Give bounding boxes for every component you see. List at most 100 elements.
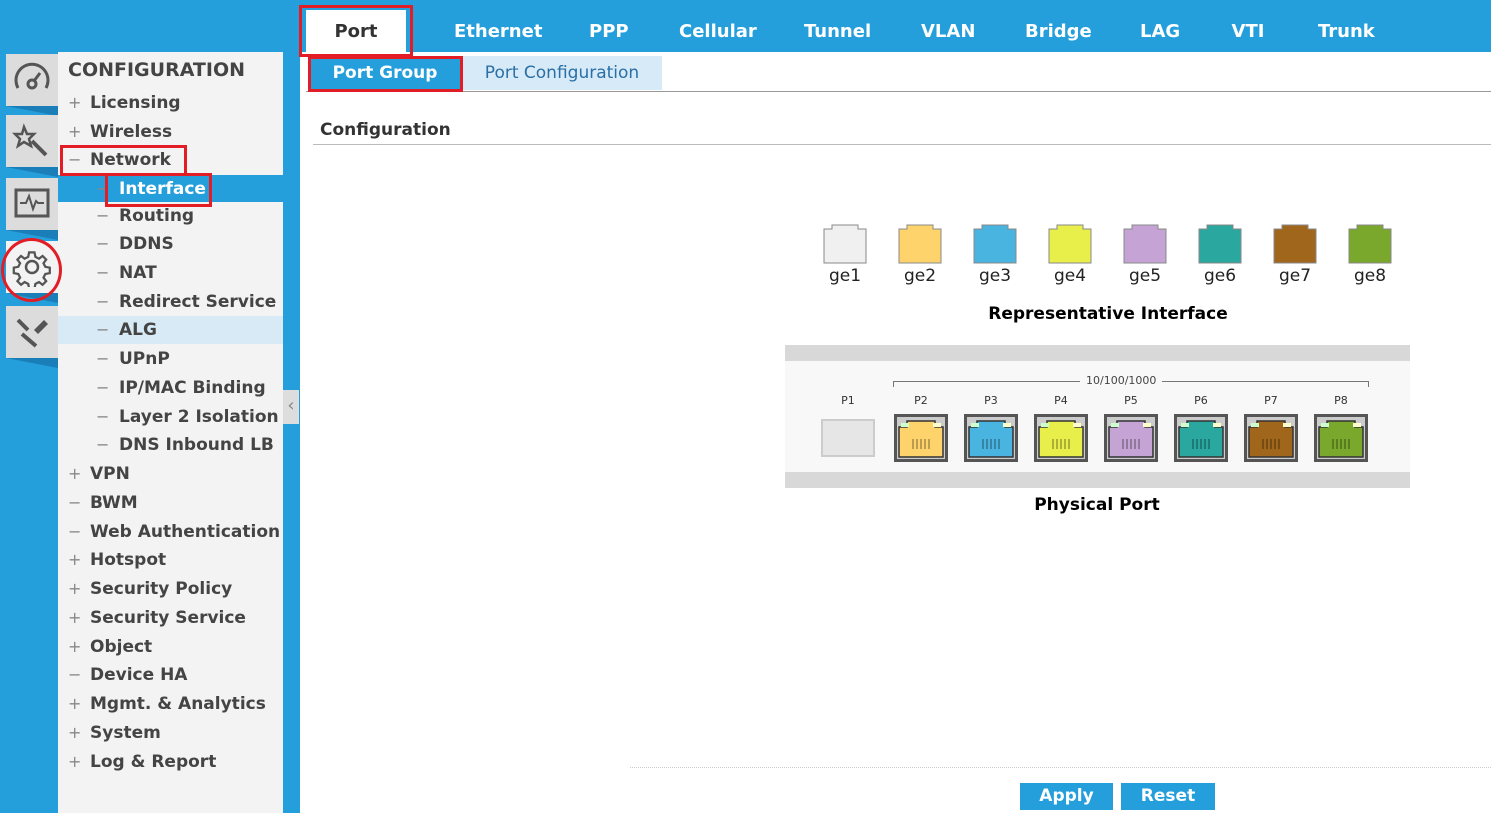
expand-icon: + — [68, 637, 82, 656]
interface-label: ge7 — [1278, 266, 1312, 286]
tab-trunk[interactable]: Trunk — [1318, 10, 1375, 52]
sidebar-item-web-authentication[interactable]: − Web Authentication — [58, 518, 283, 546]
physical-port-caption: Physical Port — [1034, 495, 1160, 515]
physical-port-p4[interactable] — [1034, 414, 1088, 462]
divider — [313, 144, 1491, 145]
collapse-icon: − — [96, 349, 110, 368]
ethernet-port-icon — [968, 420, 1014, 458]
sidebar-item-wireless[interactable]: + Wireless — [58, 118, 283, 146]
tab-cellular[interactable]: Cellular — [679, 10, 757, 52]
reset-button[interactable]: Reset — [1121, 783, 1215, 810]
physical-port-p6[interactable] — [1174, 414, 1228, 462]
port-label: P3 — [984, 394, 998, 407]
tab-lag[interactable]: LAG — [1140, 10, 1180, 52]
monitor-nav-button[interactable] — [6, 178, 58, 240]
sidebar-item-device-ha[interactable]: − Device HA — [58, 661, 283, 689]
physical-port-p7[interactable] — [1244, 414, 1298, 462]
tab-ppp[interactable]: PPP — [589, 10, 629, 52]
subtab-port-configuration[interactable]: Port Configuration — [462, 56, 662, 90]
sidebar-item-dns-inbound-lb[interactable]: − DNS Inbound LB — [58, 431, 283, 459]
expand-icon: + — [68, 752, 82, 771]
tab-bridge[interactable]: Bridge — [1025, 10, 1092, 52]
wizard-nav-button[interactable] — [6, 115, 58, 177]
sidebar-item-label: IP/MAC Binding — [119, 378, 266, 398]
port-label: P6 — [1194, 394, 1208, 407]
sidebar-item-system[interactable]: + System — [58, 719, 283, 747]
footer-divider — [630, 767, 1491, 768]
expand-icon: + — [68, 723, 82, 742]
collapse-icon: − — [96, 407, 110, 426]
collapse-sidebar-button[interactable]: ‹ — [283, 390, 299, 424]
subtab-port-group[interactable]: Port Group — [310, 56, 460, 90]
sidebar-item-interface[interactable]: − Interface — [58, 175, 283, 202]
physical-port-p5[interactable] — [1104, 414, 1158, 462]
physical-port-p8[interactable] — [1314, 414, 1368, 462]
sidebar-item-log-report[interactable]: + Log & Report — [58, 748, 283, 776]
interface-label: ge2 — [903, 266, 937, 286]
sidebar-item-routing[interactable]: − Routing — [58, 202, 283, 230]
representative-interface-caption: Representative Interface — [988, 304, 1228, 324]
sidebar-item-mgmt-analytics[interactable]: + Mgmt. & Analytics — [58, 690, 283, 718]
tile-shadow — [6, 230, 58, 240]
sidebar-item-network[interactable]: − Network — [58, 146, 283, 174]
physical-port-panel: 10/100/1000 P1 P2 P3 P4 P5 P6 P7 P8 — [785, 345, 1410, 488]
sidebar-item-label: Redirect Service — [119, 292, 277, 312]
sidebar-item-hotspot[interactable]: + Hotspot — [58, 546, 283, 574]
tab-vti[interactable]: VTI — [1231, 10, 1265, 52]
interface-color-icon — [1348, 224, 1392, 264]
sidebar-item-layer-2-isolation[interactable]: − Layer 2 Isolation — [58, 403, 283, 431]
tab-tunnel[interactable]: Tunnel — [804, 10, 871, 52]
expand-icon: + — [68, 694, 82, 713]
sidebar-item-object[interactable]: + Object — [58, 633, 283, 661]
physical-port-p2[interactable] — [894, 414, 948, 462]
collapse-icon: − — [68, 493, 82, 512]
sidebar-item-licensing[interactable]: + Licensing — [58, 89, 283, 117]
sidebar-item-nat[interactable]: − NAT — [58, 259, 283, 287]
physical-port-p1[interactable] — [821, 419, 875, 457]
sidebar-item-bwm[interactable]: − BWM — [58, 489, 283, 517]
expand-icon: + — [68, 464, 82, 483]
tab-port[interactable]: Port — [306, 10, 406, 52]
dashboard-icon — [14, 62, 50, 90]
tile-shadow — [6, 358, 58, 368]
interface-color-icon — [1123, 224, 1167, 264]
gear-nav-button[interactable] — [6, 241, 58, 303]
interface-label: ge5 — [1128, 266, 1162, 286]
sidebar-item-security-service[interactable]: + Security Service — [58, 604, 283, 632]
tab-vlan[interactable]: VLAN — [921, 10, 975, 52]
sidebar-item-ddns[interactable]: − DDNS — [58, 230, 283, 258]
interface-label: ge1 — [828, 266, 862, 286]
sidebar-item-label: ALG — [119, 320, 157, 340]
sidebar-divider — [283, 52, 300, 813]
sidebar-item-alg[interactable]: − ALG — [58, 316, 283, 344]
collapse-icon: − — [96, 179, 110, 198]
sidebar: CONFIGURATION + Licensing + Wireless − Networ… — [58, 52, 283, 813]
collapse-icon: − — [96, 292, 110, 311]
ethernet-port-icon — [898, 420, 944, 458]
sidebar-item-redirect-service[interactable]: − Redirect Service — [58, 288, 283, 316]
sidebar-item-label: Wireless — [90, 122, 173, 142]
tab-ethernet[interactable]: Ethernet — [454, 10, 542, 52]
dashboard-nav-button[interactable] — [6, 54, 58, 116]
interface-label: ge4 — [1053, 266, 1087, 286]
port-label: P4 — [1054, 394, 1068, 407]
maintenance-nav-button[interactable] — [6, 306, 58, 368]
sidebar-item-label: Layer 2 Isolation — [119, 407, 279, 427]
expand-icon: + — [68, 579, 82, 598]
sidebar-item-label: Device HA — [90, 665, 188, 685]
sidebar-item-upnp[interactable]: − UPnP — [58, 345, 283, 373]
sidebar-item-vpn[interactable]: + VPN — [58, 460, 283, 488]
gear-icon — [12, 251, 51, 287]
sidebar-item-security-policy[interactable]: + Security Policy — [58, 575, 283, 603]
expand-icon: + — [68, 93, 82, 112]
wizard-icon — [12, 123, 48, 157]
sidebar-item-label: Security Service — [90, 608, 246, 628]
port-label: P5 — [1124, 394, 1138, 407]
sidebar-item-ip-mac-binding[interactable]: − IP/MAC Binding — [58, 374, 283, 402]
main-content: Port Group Port Configuration Configurat… — [300, 52, 1491, 813]
sidebar-item-label: VPN — [90, 464, 130, 484]
physical-port-p3[interactable] — [964, 414, 1018, 462]
interface-color-icon — [1273, 224, 1317, 264]
icon-column — [0, 52, 58, 813]
apply-button[interactable]: Apply — [1020, 783, 1113, 810]
